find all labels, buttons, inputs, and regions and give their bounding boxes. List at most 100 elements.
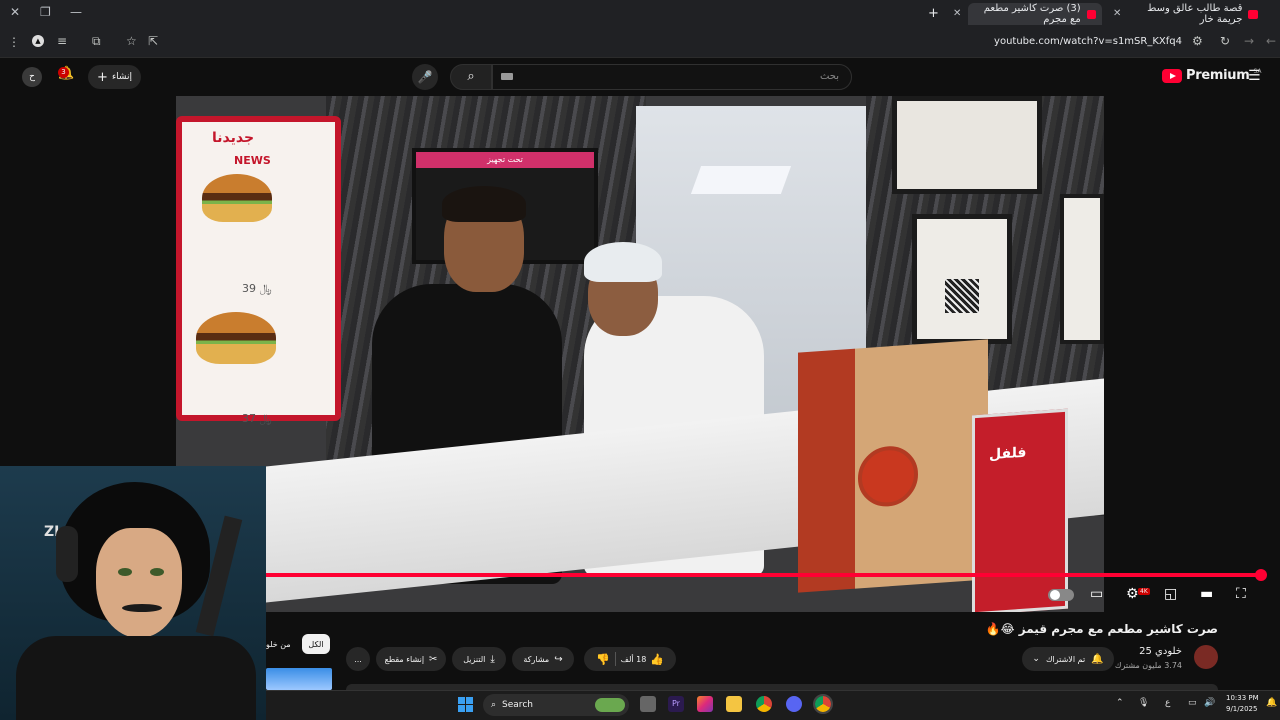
youtube-premium-logo[interactable]: Premium SA <box>1162 68 1262 83</box>
fullscreen-icon[interactable]: ⛶ <box>1236 586 1246 602</box>
install-app-icon[interactable]: ⇱ <box>148 34 158 48</box>
counter-standee: فلفل <box>972 408 1068 612</box>
restore-window-icon[interactable]: ❐ <box>40 5 51 19</box>
minimize-window-icon[interactable]: — <box>70 5 82 19</box>
create-button[interactable]: إنشاء + <box>88 65 141 89</box>
extensions-icon[interactable]: ⧉ <box>92 34 101 49</box>
headset <box>56 526 78 582</box>
progress-scrubber-handle[interactable] <box>1255 569 1267 581</box>
autoplay-toggle[interactable] <box>1048 589 1074 601</box>
discord-icon[interactable] <box>786 696 802 712</box>
subscriber-count: 3.74 مليون مشترك <box>1114 661 1182 670</box>
recommended-thumbnail[interactable] <box>266 668 332 690</box>
back-icon[interactable]: ← <box>1266 34 1276 48</box>
miniplayer-icon[interactable]: ◱ <box>1164 586 1177 602</box>
share-button[interactable]: ↪ مشاركة <box>512 647 574 671</box>
menu-board: جديدنا NEWS 39 ﷼ 37 ﷼ <box>176 116 341 425</box>
site-settings-icon[interactable]: ⚙ <box>1192 34 1203 48</box>
hamburger-menu-icon[interactable]: ☰ <box>1248 68 1261 84</box>
divider <box>614 652 616 666</box>
notification-count-badge: 3 <box>58 67 69 78</box>
tray-overflow-chevron-icon[interactable]: ⌃ <box>1116 698 1124 708</box>
chevron-down-icon: ⌄ <box>1032 654 1040 664</box>
ceiling-light <box>690 166 792 194</box>
logo-text: Premium <box>1186 68 1250 83</box>
quality-badge: 4K <box>1138 588 1150 595</box>
close-tab-icon[interactable]: ✕ <box>953 8 961 19</box>
close-tab-icon[interactable]: ✕ <box>1113 8 1121 19</box>
more-actions-button[interactable]: ... <box>346 647 370 671</box>
clock-time[interactable]: 10:33 PM <box>1226 694 1259 702</box>
voice-search-mic-icon[interactable]: 🎤 <box>412 64 438 90</box>
search-highlight-icon <box>595 698 625 712</box>
chip-all[interactable]: الكل <box>302 634 330 654</box>
scissors-icon: ✂ <box>429 653 438 665</box>
paper-bag <box>798 339 988 593</box>
subscribed-button[interactable]: 🔔 تم الاشتراك ⌄ <box>1022 647 1114 671</box>
new-tab-button[interactable]: + <box>928 6 939 21</box>
bag-logo <box>858 444 918 509</box>
file-explorer-icon[interactable] <box>726 696 742 712</box>
instagram-icon[interactable] <box>697 696 713 712</box>
browser-menu-icon[interactable]: ⋮ <box>8 35 20 49</box>
download-icon: ⤓ <box>490 653 495 665</box>
close-window-icon[interactable]: ✕ <box>10 5 20 19</box>
like-button[interactable]: 👍 18 ألف <box>621 653 664 666</box>
tab-label: (3) صرت كاشير مطعم مع مجرم <box>983 3 1081 25</box>
thumbs-up-icon: 👍 <box>650 652 665 666</box>
search-input[interactable]: بحث <box>492 64 852 90</box>
wall-certificate <box>912 214 1012 344</box>
input-language[interactable]: ع <box>1165 698 1170 708</box>
theater-mode-icon[interactable]: ▬ <box>1200 586 1213 602</box>
search-button[interactable]: ⌕ <box>450 64 492 90</box>
like-dislike-group: 👍 18 ألف 👎 <box>584 647 676 671</box>
search-icon: ⌕ <box>491 700 497 710</box>
taskbar-search-label: Search <box>502 700 533 710</box>
bookmark-star-icon[interactable]: ☆ <box>126 34 137 48</box>
clip-label: إنشاء مقطع <box>384 654 425 664</box>
menu-board-news: NEWS <box>234 154 271 167</box>
clock-date[interactable]: 9/1/2025 <box>1226 705 1257 713</box>
autoplay-toggle-knob <box>1050 590 1060 600</box>
profile-icon[interactable]: ▲ <box>32 35 44 47</box>
wall-certificate <box>1060 194 1104 344</box>
tab-inactive[interactable]: قصة طالب عالق وسط جريمة خار <box>1130 3 1258 25</box>
plus-icon: + <box>97 69 108 85</box>
taskbar-search[interactable]: ⌕ Search <box>483 694 629 716</box>
video-player[interactable]: جديدنا NEWS 39 ﷼ 37 ﷼ تحت تجهيز فلفل <box>176 96 1104 612</box>
tray-mic-icon[interactable]: 🎙 <box>1138 698 1149 708</box>
notifications-icon[interactable]: 🔔 <box>1266 698 1277 708</box>
address-bar-url[interactable]: youtube.com/watch?v=s1mSR_KXfq4 <box>994 36 1182 47</box>
keyboard-icon[interactable] <box>501 73 513 80</box>
settings-gear-icon[interactable]: ⚙ <box>1126 586 1139 602</box>
avatar-face <box>96 528 182 638</box>
search-icon: ⌕ <box>467 69 475 84</box>
clip-button[interactable]: ✂ إنشاء مقطع <box>376 647 446 671</box>
premiere-pro-icon[interactable]: Pr <box>668 696 684 712</box>
channel-avatar[interactable] <box>1194 645 1218 669</box>
forward-icon[interactable]: → <box>1244 34 1254 48</box>
windows-taskbar <box>266 690 1280 720</box>
avatar-eye <box>118 568 132 576</box>
windows-start-icon[interactable] <box>458 697 473 712</box>
avatar-eye <box>150 568 164 576</box>
download-button[interactable]: ⤓ التنزيل <box>452 647 506 671</box>
channel-name[interactable]: خلودي 25 <box>1139 646 1182 657</box>
chrome-active-icon[interactable] <box>813 694 833 714</box>
task-view-icon[interactable] <box>640 696 656 712</box>
reload-icon[interactable]: ↻ <box>1220 34 1230 48</box>
network-icon[interactable]: ▭ <box>1188 698 1197 708</box>
bell-icon: 🔔 <box>1091 653 1104 665</box>
reading-list-icon[interactable]: ≡ <box>57 34 67 48</box>
qr-code <box>945 279 979 313</box>
thumbs-down-icon[interactable]: 👎 <box>596 653 610 666</box>
chip-from-channel[interactable]: من خلو <box>266 634 298 654</box>
volume-icon[interactable]: 🔊 <box>1204 698 1215 708</box>
menu-board-title: جديدنا <box>212 130 255 146</box>
tab-active[interactable]: (3) صرت كاشير مطعم مع مجرم <box>968 3 1102 25</box>
chrome-icon[interactable] <box>756 696 772 712</box>
account-avatar[interactable]: ح <box>22 67 42 87</box>
video-progress-bar[interactable] <box>266 573 1263 577</box>
subtitles-icon[interactable]: ▭ <box>1090 586 1103 602</box>
person-hair <box>442 186 526 222</box>
